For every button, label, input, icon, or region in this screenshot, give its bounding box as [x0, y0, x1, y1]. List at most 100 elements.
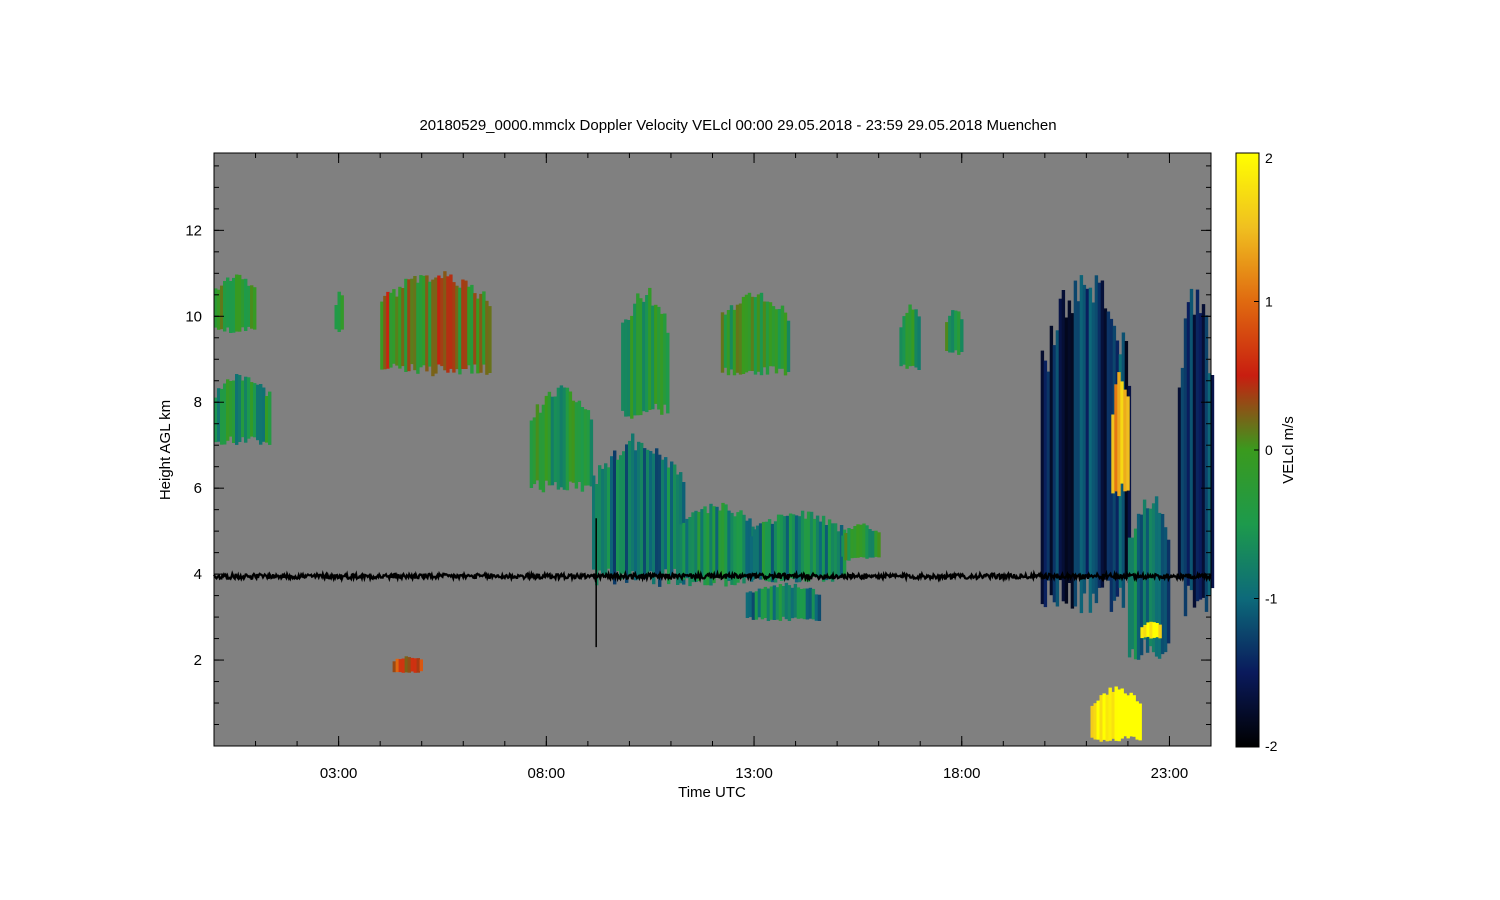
echo-streak — [482, 291, 486, 365]
echo-streak — [1108, 687, 1112, 741]
echo-streak — [1163, 527, 1168, 653]
echo-streak — [404, 656, 408, 673]
echo-streak — [760, 588, 765, 620]
echo-streak — [808, 587, 813, 619]
echo-streak — [488, 306, 492, 373]
echo-streak — [616, 459, 620, 572]
echo-streak — [437, 275, 441, 365]
echo-streak — [776, 514, 781, 577]
echo-streak — [232, 277, 236, 333]
echo-streak — [691, 512, 695, 583]
echo-streak — [803, 518, 808, 582]
echo-streak — [250, 382, 254, 437]
echo-streak — [824, 525, 829, 581]
echo-streak — [1111, 414, 1115, 494]
echo-streak — [1055, 330, 1060, 607]
echo-streak — [862, 523, 866, 558]
echo-streak — [1114, 686, 1118, 741]
echo-streak — [1073, 280, 1078, 607]
y-tick-label: 6 — [194, 480, 202, 497]
echo-streak — [784, 582, 789, 620]
echo-streak — [780, 305, 785, 369]
echo-streak — [553, 396, 558, 483]
echo-streak — [613, 450, 617, 585]
echo-streak — [700, 509, 704, 578]
echo-streak — [800, 510, 805, 577]
echo-streak — [902, 316, 906, 365]
echo-streak — [622, 451, 626, 574]
echo-streak — [247, 377, 251, 439]
echo-streak — [419, 659, 423, 672]
echo-streak — [238, 274, 242, 332]
echo-streak — [652, 453, 656, 585]
echo-streak — [694, 510, 698, 582]
echo-streak — [745, 520, 749, 578]
colorbar-tick-label: -1 — [1265, 591, 1278, 607]
echo-streak — [847, 528, 851, 561]
echo-streak — [682, 522, 686, 580]
echo-streak — [1085, 288, 1090, 578]
echo-streak — [550, 396, 555, 486]
echo-streak — [630, 315, 634, 419]
echo-streak — [610, 456, 614, 576]
echo-streak — [802, 588, 807, 620]
echo-streak — [758, 523, 763, 580]
echo-streak — [470, 284, 474, 374]
echo-streak — [821, 515, 826, 582]
echo-streak — [1186, 302, 1191, 586]
echo-streak — [1155, 623, 1159, 638]
echo-streak — [1076, 301, 1081, 577]
x-tick-label: 23:00 — [1151, 765, 1189, 782]
echo-streak — [960, 319, 964, 352]
echo-streak — [774, 309, 779, 374]
echo-streak — [1106, 311, 1111, 581]
echo-streak — [1100, 280, 1105, 588]
echo-streak — [449, 274, 453, 369]
x-tick-label: 13:00 — [735, 765, 773, 782]
colorbar: 2 1 0 -1 -2 VELcl m/s — [1235, 150, 1297, 754]
echo-streak — [1130, 537, 1135, 650]
echo-streak — [1120, 381, 1124, 484]
echo-streak — [247, 285, 251, 327]
echo-streak — [1127, 537, 1132, 658]
x-tick-label: 03:00 — [320, 765, 358, 782]
echo-streak — [1067, 300, 1072, 583]
echo-streak — [256, 384, 260, 441]
echo-streak — [383, 295, 387, 370]
echo-streak — [765, 301, 770, 375]
echo-streak — [220, 285, 224, 330]
echo-streak — [1093, 703, 1097, 740]
echo-streak — [621, 322, 625, 411]
echo-streak — [811, 588, 816, 620]
chart-title: 20180529_0000.mmclx Doppler Velocity VEL… — [419, 117, 1056, 134]
echo-streak — [1152, 622, 1156, 638]
echo-streak — [340, 295, 344, 330]
echo-streak — [422, 275, 426, 366]
echo-streak — [547, 391, 552, 486]
echo-streak — [741, 296, 746, 374]
echo-streak — [757, 588, 762, 618]
echo-streak — [541, 404, 546, 493]
echo-streak — [764, 521, 769, 582]
echo-streak — [768, 302, 773, 367]
echo-streak — [1090, 705, 1094, 738]
echo-streak — [404, 278, 408, 372]
echo-streak — [217, 388, 221, 442]
echo-streak — [1140, 627, 1144, 639]
echo-streak — [598, 465, 602, 571]
echo-streak — [805, 588, 810, 620]
echo-streak — [253, 287, 257, 330]
echo-streak — [721, 502, 725, 580]
echo-streak — [253, 383, 257, 438]
echo-streak — [1064, 317, 1069, 604]
echo-streak — [951, 310, 955, 353]
echo-streak — [1058, 298, 1063, 581]
echo-streak — [556, 387, 561, 490]
echo-streak — [574, 402, 579, 489]
echo-streak — [697, 511, 701, 582]
echo-streak — [1120, 688, 1124, 739]
echo-streak — [1103, 308, 1108, 580]
echo-streak — [568, 391, 573, 482]
echo-streak — [571, 400, 576, 483]
echo-streak — [637, 441, 641, 580]
